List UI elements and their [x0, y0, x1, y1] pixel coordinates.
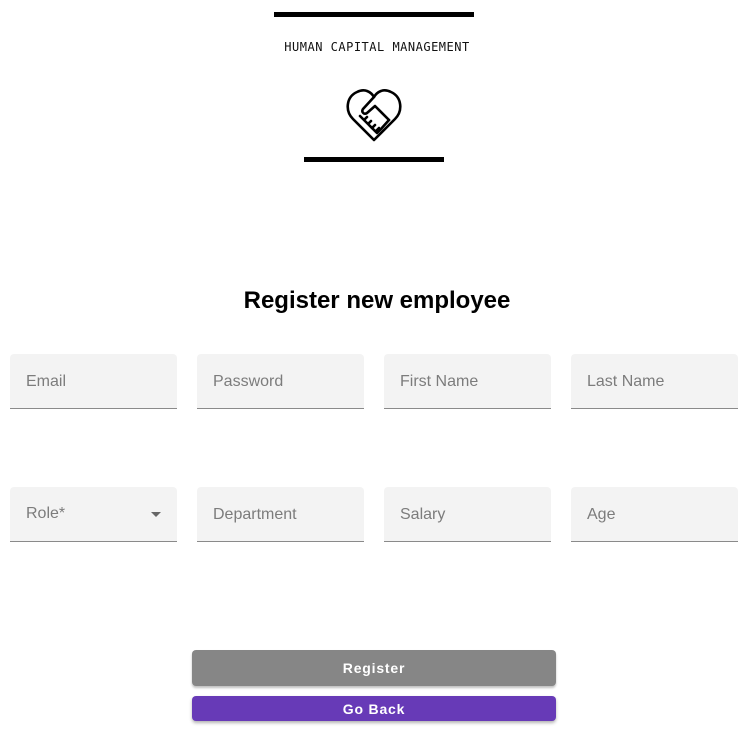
- email-input[interactable]: [10, 354, 177, 408]
- last-name-field[interactable]: [571, 354, 738, 409]
- salary-field[interactable]: [384, 487, 551, 542]
- role-select-label: Role*: [26, 505, 66, 522]
- header-bottom-rule: [304, 157, 444, 162]
- age-field[interactable]: [571, 487, 738, 542]
- last-name-input[interactable]: [571, 354, 738, 408]
- chevron-down-icon[interactable]: [151, 512, 161, 517]
- first-name-field[interactable]: [384, 354, 551, 409]
- header-top-rule: [274, 12, 474, 17]
- go-back-button[interactable]: Go Back: [192, 696, 556, 721]
- department-input[interactable]: [197, 487, 364, 541]
- email-field[interactable]: [10, 354, 177, 409]
- heart-handshake-icon: [346, 89, 402, 142]
- form-heading: Register new employee: [243, 287, 511, 314]
- age-input[interactable]: [571, 487, 738, 541]
- brand-title: HUMAN CAPITAL MANAGEMENT: [284, 40, 470, 54]
- first-name-input[interactable]: [384, 354, 551, 408]
- password-input[interactable]: [197, 354, 364, 408]
- register-button[interactable]: Register: [192, 650, 556, 686]
- department-field[interactable]: [197, 487, 364, 542]
- salary-input[interactable]: [384, 487, 551, 541]
- role-select[interactable]: Role*: [10, 487, 177, 542]
- password-field[interactable]: [197, 354, 364, 409]
